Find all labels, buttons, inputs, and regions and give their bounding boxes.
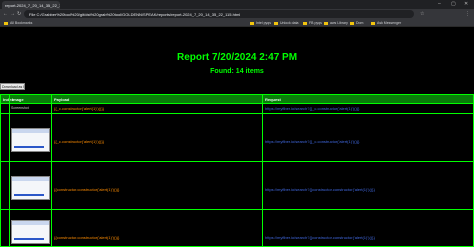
thumbnail-line (14, 146, 44, 148)
request-link[interactable]: https://myfiber.io/search?{{_c.construct… (265, 139, 359, 144)
request-link[interactable]: https://myfiber.io/search?{{constructor.… (265, 235, 375, 240)
thumbnail-header (12, 177, 49, 181)
header-image: Image (12, 97, 24, 102)
header-payload: Payload (54, 97, 70, 102)
folder-icon (303, 21, 307, 25)
bookmark-item[interactable]: Dom (350, 21, 363, 25)
close-icon[interactable]: ✕ (464, 1, 468, 7)
bookmark-item[interactable]: FB pyqs (303, 21, 322, 25)
minimize-icon[interactable]: – (438, 1, 441, 7)
bookmark-item[interactable]: Intel pyqs (250, 21, 271, 25)
thumbnail-header (12, 221, 49, 225)
address-field[interactable]: File C:/Grabber%20tool%20/git/dst%20grab… (24, 10, 414, 18)
payload-cell: {{constructor.constructor('alert(1)')()}… (54, 187, 120, 192)
browser-tab[interactable]: report-2024_7_20_14_35_22_115.html (2, 1, 60, 9)
column-divider (51, 95, 52, 246)
row-divider (1, 113, 473, 114)
screenshot-thumbnail[interactable] (11, 220, 50, 244)
row-divider (1, 209, 473, 210)
bookmarks-bar: All Bookmarks Intel pyqs Unlock data FB … (0, 19, 474, 27)
bookmark-item[interactable]: All Bookmarks (4, 21, 32, 25)
row-divider (1, 161, 473, 162)
thumbnail-line (14, 194, 44, 196)
payload-cell: {{constructor.constructor('alert(1)')()}… (54, 235, 120, 240)
menu-icon[interactable]: ⋮ (465, 11, 470, 17)
found-count: Found: 14 items (210, 68, 264, 75)
bookmark-item[interactable]: Ask Messenger (371, 21, 401, 25)
folder-icon (371, 21, 375, 25)
folder-icon (350, 21, 354, 25)
screenshot-thumbnail[interactable] (11, 176, 50, 200)
broken-image-icon: Screenshot (11, 106, 29, 110)
payload-cell: {{_c.constructor('alert(1)')()}} (54, 106, 104, 111)
report-page: Report 7/20/2024 2:47 PM Found: 14 items… (0, 28, 474, 247)
back-icon[interactable]: ← (3, 11, 8, 17)
folder-icon (274, 21, 278, 25)
thumbnail-line (14, 238, 44, 240)
folder-icon (324, 21, 328, 25)
column-divider (9, 95, 10, 246)
reload-icon[interactable]: ↻ (17, 11, 21, 17)
bookmark-item[interactable]: aws Library (324, 21, 348, 25)
table-header: Index Image Payload Request (1, 95, 473, 103)
download-pdf-button[interactable]: Download as PDF (0, 83, 25, 90)
browser-tab-strip: report-2024_7_20_14_35_22_115.html – ▢ ✕ (0, 0, 474, 9)
bookmark-item[interactable]: Unlock data (274, 21, 298, 25)
request-link[interactable]: https://myfiber.io/search?{{constructor.… (265, 187, 375, 192)
screenshot-thumbnail[interactable] (11, 128, 50, 152)
address-bar-row: ← → ↻ File C:/Grabber%20tool%20/git/dst%… (0, 9, 474, 19)
page-title: Report 7/20/2024 2:47 PM (176, 52, 298, 63)
forward-icon[interactable]: → (10, 11, 15, 17)
maximize-icon[interactable]: ▢ (451, 1, 456, 7)
results-table: Index Image Payload Request Screenshot {… (0, 94, 474, 247)
column-divider (262, 95, 263, 246)
star-icon[interactable]: ☆ (420, 11, 424, 17)
request-link[interactable]: https://myfiber.io/search?{{_c.construct… (265, 106, 359, 111)
row-divider (1, 103, 473, 104)
folder-icon (250, 21, 254, 25)
header-request: Request (265, 97, 281, 102)
folder-icon (4, 21, 8, 25)
payload-cell: {{_c.constructor('alert(1)')()}} (54, 139, 104, 144)
thumbnail-header (12, 129, 49, 133)
